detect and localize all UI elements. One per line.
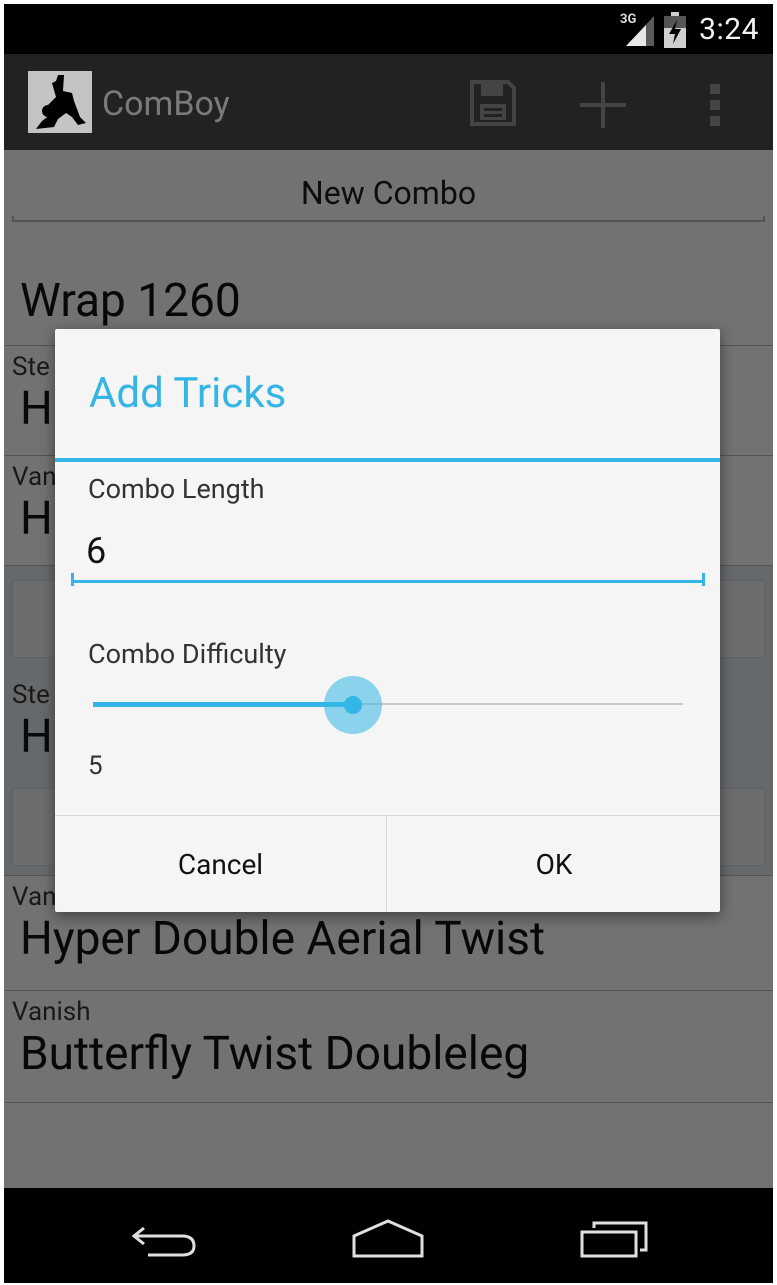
dialog-title-divider (55, 458, 720, 462)
action-bar: ComBoy (4, 54, 773, 150)
slider-thumb[interactable] (344, 696, 362, 714)
combo-length-input[interactable] (71, 527, 705, 583)
combo-difficulty-label: Combo Difficulty (88, 638, 287, 670)
home-icon[interactable] (350, 1218, 426, 1260)
navigation-bar (4, 1188, 773, 1283)
clock: 3:24 (699, 12, 759, 47)
back-icon[interactable] (130, 1222, 200, 1258)
status-bar: 3G 3:24 (4, 4, 773, 54)
difficulty-slider[interactable] (93, 676, 683, 734)
battery-charging-icon (664, 12, 686, 48)
dialog-title: Add Tricks (89, 369, 287, 418)
cancel-button[interactable]: Cancel (55, 816, 387, 912)
combo-length-label: Combo Length (88, 473, 265, 505)
overflow-menu-icon[interactable] (708, 84, 722, 126)
app-title: ComBoy (102, 84, 230, 124)
breakdancer-icon (28, 71, 92, 133)
slider-fill (93, 702, 353, 707)
dialog-button-bar: Cancel OK (55, 815, 720, 912)
ok-button[interactable]: OK (388, 816, 720, 912)
add-icon[interactable] (578, 80, 628, 130)
signal-icon (626, 16, 654, 46)
save-icon[interactable] (470, 80, 516, 126)
app-logo[interactable] (28, 71, 92, 133)
device-screen: 3G 3:24 ComBoy Add Tricks Combo Length 6… (4, 4, 773, 1283)
difficulty-value: 5 (88, 751, 103, 781)
add-tricks-dialog: Add Tricks Combo Length Combo Difficulty… (55, 329, 720, 912)
recents-icon[interactable] (578, 1220, 650, 1260)
